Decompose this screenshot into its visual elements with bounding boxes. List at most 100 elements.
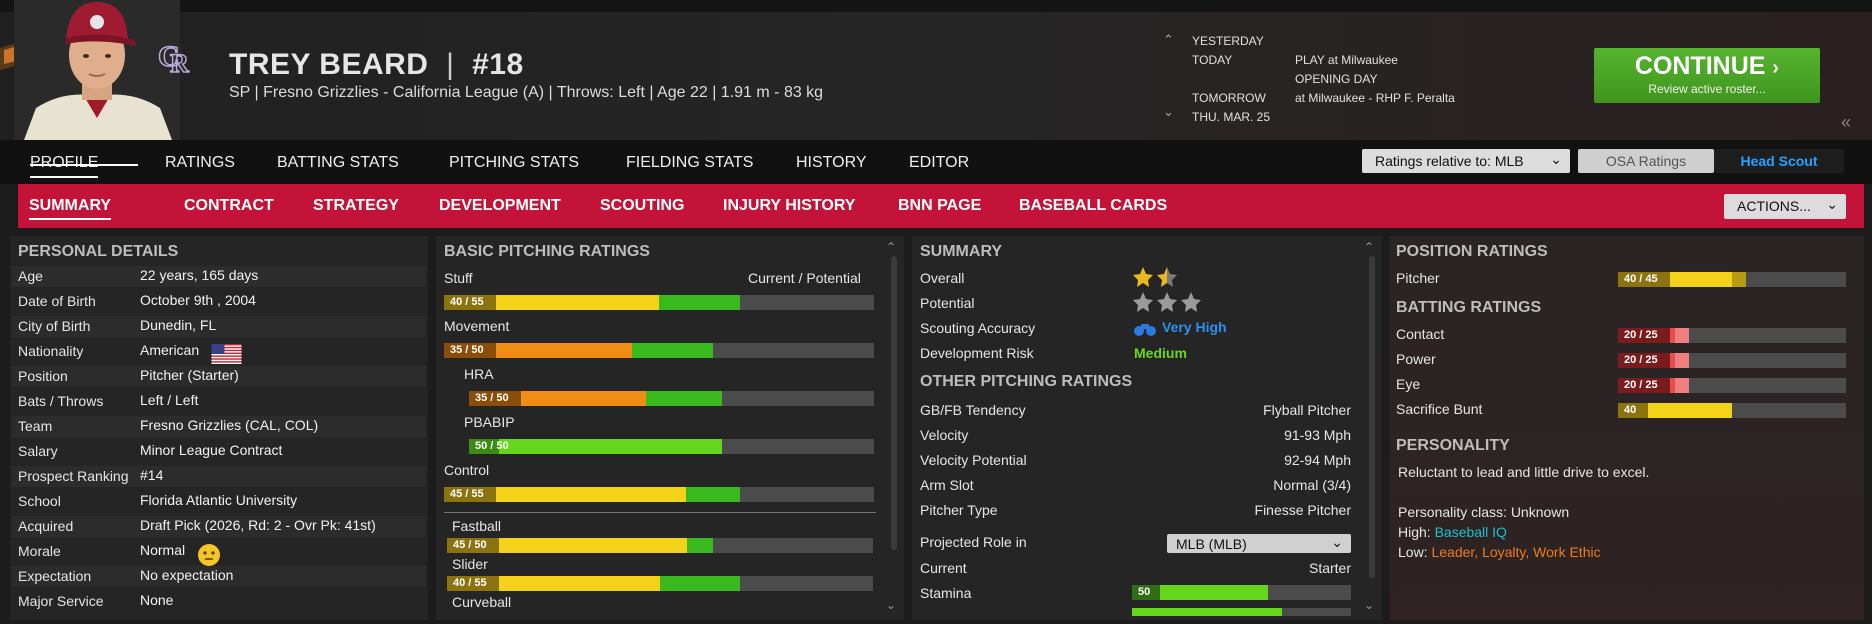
binoculars-icon bbox=[1134, 324, 1156, 336]
chevron-up-icon[interactable]: ⌃ bbox=[1364, 240, 1374, 254]
batting-bar: 20 / 25 bbox=[1618, 328, 1846, 343]
control-bar: 45 / 55 bbox=[444, 487, 874, 502]
bar-value: 40 bbox=[1618, 403, 1648, 418]
head-scout-button[interactable]: Head Scout bbox=[1714, 149, 1844, 173]
actions-button[interactable]: ACTIONS... ⌄ bbox=[1724, 194, 1846, 219]
potential-fill bbox=[1732, 272, 1747, 287]
chevron-up-icon[interactable]: ⌃ bbox=[886, 240, 896, 254]
personal-row-label: Team bbox=[18, 418, 53, 434]
other-row-label: Velocity bbox=[920, 427, 969, 443]
personality-high: High: Baseball IQ bbox=[1398, 524, 1507, 540]
tab-batting-stats[interactable]: BATTING STATS bbox=[277, 154, 399, 172]
tab-development[interactable]: DEVELOPMENT bbox=[439, 197, 561, 215]
tab-profile[interactable]: PROFILE bbox=[30, 154, 99, 178]
tab-scouting[interactable]: SCOUTING bbox=[600, 197, 684, 215]
summary-scrollbar[interactable] bbox=[1369, 256, 1375, 578]
chevron-up-icon[interactable]: ⌃ bbox=[1163, 32, 1174, 48]
development-risk-value: Medium bbox=[1134, 345, 1187, 361]
tab-history[interactable]: HISTORY bbox=[796, 154, 867, 172]
bar-value: 50 / 50 bbox=[469, 439, 509, 454]
tab-pitching-stats[interactable]: PITCHING STATS bbox=[449, 154, 579, 172]
personal-row-label: City of Birth bbox=[18, 318, 91, 334]
personal-row-value: Pitcher (Starter) bbox=[140, 367, 239, 383]
batting-bar: 20 / 25 bbox=[1618, 378, 1846, 393]
personal-row-label: Date of Birth bbox=[18, 293, 96, 309]
personal-row-label: Salary bbox=[18, 443, 58, 459]
slider-label: Slider bbox=[452, 556, 488, 572]
schedule-tomorrow-event[interactable]: at Milwaukee - RHP F. Peralta bbox=[1295, 91, 1455, 105]
other-row-label: Velocity Potential bbox=[920, 452, 1027, 468]
tab-bnn-page[interactable]: BNN PAGE bbox=[898, 197, 981, 215]
ratings-relative-label: Ratings relative to: MLB bbox=[1375, 153, 1524, 169]
movement-bar: 35 / 50 bbox=[444, 343, 874, 358]
personal-row-label: Major Service bbox=[18, 593, 104, 609]
potential-stars-icon bbox=[1133, 292, 1201, 312]
stuff-bar: 40 / 55 bbox=[444, 295, 874, 310]
sub-tab-bar: SUMMARY CONTRACT STRATEGY DEVELOPMENT SC… bbox=[18, 184, 1864, 228]
personal-row-label: Bats / Throws bbox=[18, 393, 104, 409]
potential-label: Potential bbox=[920, 295, 975, 311]
batting-ratings-title: BATTING RATINGS bbox=[1396, 299, 1542, 316]
tab-injury-history[interactable]: INJURY HISTORY bbox=[723, 197, 855, 215]
high-label: High: bbox=[1398, 524, 1431, 540]
player-name-line: TREY BEARD | #18 bbox=[229, 48, 524, 82]
chevron-down-icon[interactable]: ⌄ bbox=[886, 598, 896, 612]
ratings-relative-select[interactable]: Ratings relative to: MLB ⌄ bbox=[1362, 149, 1570, 173]
chevron-down-icon: ⌄ bbox=[1550, 151, 1562, 167]
tab-strategy[interactable]: STRATEGY bbox=[313, 197, 399, 215]
rockies-logo-icon: C R bbox=[157, 39, 190, 76]
tab-editor[interactable]: EDITOR bbox=[909, 154, 969, 172]
pitching-scrollbar[interactable] bbox=[891, 256, 897, 550]
tab-fielding-stats[interactable]: FIELDING STATS bbox=[626, 154, 753, 172]
personal-row-label: Prospect Ranking bbox=[18, 468, 129, 484]
projected-role-select[interactable]: MLB (MLB) ⌄ bbox=[1167, 534, 1351, 553]
other-row-value: Flyball Pitcher bbox=[1263, 402, 1351, 418]
personal-row-value: No expectation bbox=[140, 567, 234, 583]
continue-button[interactable]: CONTINUE › Review active roster... bbox=[1594, 48, 1820, 103]
position-ratings-title: POSITION RATINGS bbox=[1396, 243, 1548, 260]
chevron-down-icon[interactable]: ⌄ bbox=[1163, 104, 1174, 120]
personal-row-value: Florida Atlantic University bbox=[140, 492, 298, 508]
schedule-today-event[interactable]: PLAY at Milwaukee bbox=[1295, 53, 1398, 67]
schedule-today: TODAY bbox=[1192, 53, 1233, 67]
chevron-down-icon[interactable]: ⌄ bbox=[1364, 598, 1374, 612]
hold-runners-bar-partial bbox=[1132, 608, 1351, 616]
actions-label: ACTIONS... bbox=[1737, 198, 1811, 214]
bar-value: 40 / 45 bbox=[1618, 272, 1670, 287]
personal-row-value: Minor League Contract bbox=[140, 442, 283, 458]
current-role-value: Starter bbox=[1308, 560, 1351, 576]
personal-row-value: Dunedin, FL bbox=[140, 317, 217, 333]
personal-row-value: American bbox=[140, 342, 200, 358]
pitch-divider bbox=[444, 512, 876, 513]
tab-baseball-cards[interactable]: BASEBALL CARDS bbox=[1019, 197, 1167, 215]
potential-fill bbox=[660, 576, 740, 591]
bar-value: 45 / 55 bbox=[444, 487, 496, 502]
personal-row-label: Position bbox=[18, 368, 68, 384]
potential-fill bbox=[1675, 353, 1690, 368]
pbabip-bar: 50 / 50 bbox=[469, 439, 874, 454]
personal-row-value: Left / Left bbox=[140, 392, 199, 408]
chevron-down-icon: ⌄ bbox=[1826, 196, 1838, 212]
player-number: #18 bbox=[472, 48, 524, 81]
personality-class: Personality class: Unknown bbox=[1398, 504, 1570, 520]
tab-ratings[interactable]: RATINGS bbox=[165, 154, 235, 172]
collapse-double-chevron-icon[interactable]: « bbox=[1841, 112, 1851, 133]
tab-contract[interactable]: CONTRACT bbox=[184, 197, 274, 215]
scouting-accuracy-label: Scouting Accuracy bbox=[920, 320, 1036, 336]
hra-bar: 35 / 50 bbox=[469, 391, 874, 406]
development-risk-label: Development Risk bbox=[920, 345, 1034, 361]
curveball-label: Curveball bbox=[452, 594, 512, 610]
osa-ratings-button[interactable]: OSA Ratings bbox=[1578, 149, 1714, 173]
other-row-value: Normal (3/4) bbox=[1273, 477, 1351, 493]
pitcher-rating-label: Pitcher bbox=[1396, 270, 1440, 286]
schedule-next-day: THU. MAR. 25 bbox=[1192, 110, 1271, 124]
current-potential-label: Current / Potential bbox=[748, 270, 861, 286]
continue-label: CONTINUE bbox=[1634, 52, 1766, 80]
potential-fill bbox=[685, 487, 740, 502]
tab-summary[interactable]: SUMMARY bbox=[29, 197, 112, 220]
fastball-bar: 45 / 50 bbox=[447, 538, 873, 553]
personal-row-label: School bbox=[18, 493, 61, 509]
pitcher-bar: 40 / 45 bbox=[1618, 272, 1846, 287]
slider-bar: 40 / 55 bbox=[447, 576, 873, 591]
batting-row-label: Sacrifice Bunt bbox=[1396, 401, 1483, 417]
